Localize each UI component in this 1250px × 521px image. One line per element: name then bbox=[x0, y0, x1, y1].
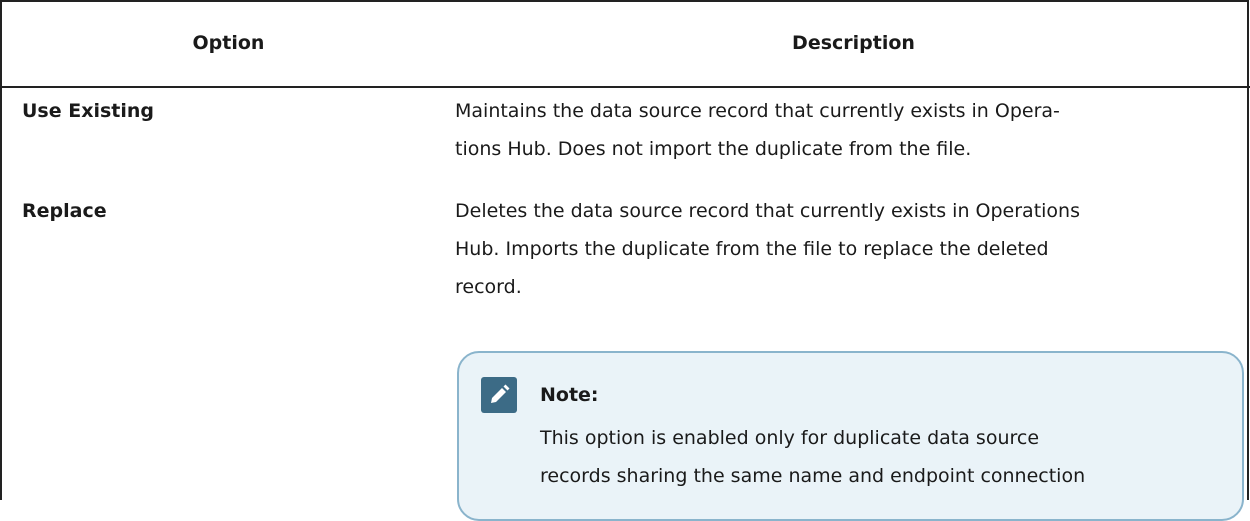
option-description-replace: Deletes the data source record that curr… bbox=[455, 192, 1225, 306]
option-label-replace: Replace bbox=[22, 200, 107, 222]
description-line: Deletes the data source record that curr… bbox=[455, 200, 1080, 222]
header-option: Option bbox=[192, 32, 265, 54]
table-header-row: Option Description bbox=[2, 2, 1250, 88]
description-line: Hub. Imports the duplicate from the file… bbox=[455, 238, 1049, 260]
description-line: tions Hub. Does not import the duplicate… bbox=[455, 138, 972, 160]
description-line: record. bbox=[455, 276, 522, 298]
options-table: Option Description Use Existing Maintain… bbox=[0, 0, 1250, 521]
note-line: This option is enabled only for duplicat… bbox=[540, 427, 1040, 449]
description-line: Maintains the data source record that cu… bbox=[455, 100, 1060, 122]
note-box: Note: This option is enabled only for du… bbox=[457, 351, 1244, 521]
note-text: This option is enabled only for duplicat… bbox=[540, 419, 1240, 495]
header-description: Description bbox=[792, 32, 915, 54]
pencil-note-icon bbox=[481, 377, 517, 413]
option-description-use-existing: Maintains the data source record that cu… bbox=[455, 92, 1225, 168]
note-line: records sharing the same name and endpoi… bbox=[540, 465, 1086, 487]
note-title: Note: bbox=[540, 384, 599, 406]
option-label-use-existing: Use Existing bbox=[22, 100, 155, 122]
